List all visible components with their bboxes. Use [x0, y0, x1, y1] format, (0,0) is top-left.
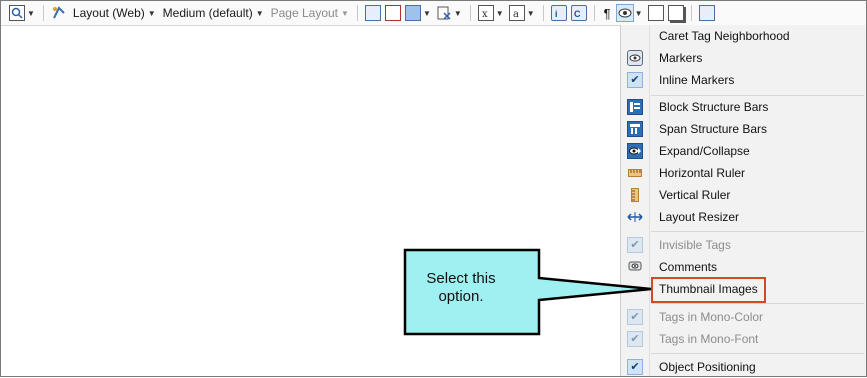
callout-balloon — [403, 248, 652, 336]
callout-text: Select this option. — [426, 270, 496, 305]
